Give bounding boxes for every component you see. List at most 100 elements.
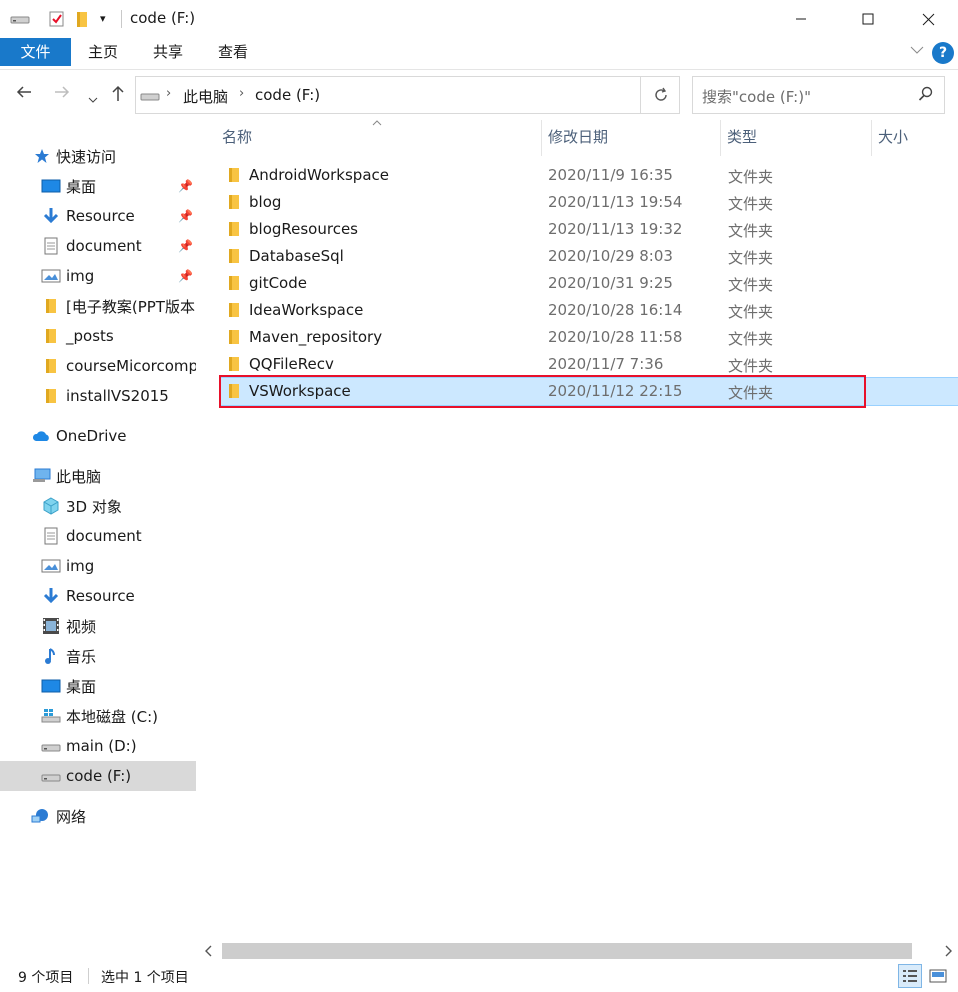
pin-icon[interactable]: 📌 — [178, 179, 193, 193]
nav-label: main (D:) — [66, 737, 137, 755]
nav-label: 桌面 — [66, 677, 97, 696]
file-row[interactable]: blogResources 2020/11/13 19:32 文件夹 — [220, 216, 958, 243]
nav-label: installVS2015 — [66, 387, 169, 405]
pin-icon[interactable]: 📌 — [178, 269, 193, 283]
pin-icon[interactable]: 📌 — [178, 209, 193, 223]
close-button[interactable] — [905, 0, 951, 38]
file-row[interactable]: QQFileRecv 2020/11/7 7:36 文件夹 — [220, 351, 958, 378]
column-header-size[interactable]: 大小 — [878, 126, 908, 156]
column-label: 名称 — [222, 128, 253, 146]
nav-item-document[interactable]: document — [0, 521, 196, 551]
customize-toolbar-icon[interactable]: ▾ — [100, 12, 106, 25]
search-icon[interactable] — [918, 86, 934, 106]
file-row[interactable]: IdeaWorkspace 2020/10/28 16:14 文件夹 — [220, 297, 958, 324]
nav-item-img[interactable]: img — [0, 551, 196, 581]
chevron-right-icon[interactable]: › — [239, 86, 244, 101]
nav-item-drive-d[interactable]: main (D:) — [0, 731, 196, 761]
nav-item-desktop[interactable]: 桌面 — [0, 671, 196, 701]
nav-label: document — [66, 527, 142, 545]
nav-quick-access[interactable]: 快速访问 — [0, 141, 196, 171]
file-row[interactable]: gitCode 2020/10/31 9:25 文件夹 — [220, 270, 958, 297]
refresh-button[interactable] — [640, 76, 680, 114]
help-button[interactable]: ? — [932, 42, 954, 64]
forward-button[interactable] — [53, 84, 71, 105]
file-name: blog — [249, 193, 282, 211]
breadcrumb-this-pc[interactable]: 此电脑 — [183, 86, 228, 107]
address-bar[interactable]: › 此电脑 › code (F:) — [135, 76, 761, 114]
nav-item-videos[interactable]: 视频 — [0, 611, 196, 641]
tab-share[interactable]: 共享 — [145, 38, 191, 66]
windows-drive-icon — [41, 706, 61, 726]
folder-icon — [41, 296, 61, 316]
file-name: AndroidWorkspace — [249, 166, 389, 184]
file-type: 文件夹 — [728, 357, 774, 375]
back-button[interactable] — [15, 84, 33, 105]
nav-item-3d-objects[interactable]: 3D 对象 — [0, 491, 196, 521]
nav-label: 快速访问 — [56, 147, 117, 166]
pin-icon[interactable]: 📌 — [178, 239, 193, 253]
breadcrumb-current[interactable]: code (F:) — [255, 86, 320, 104]
cloud-icon — [31, 426, 51, 446]
large-icons-view-button[interactable] — [926, 964, 950, 988]
nav-item-recent-folder[interactable]: [电子教案(PPT版本)] — [0, 291, 196, 321]
file-type: 文件夹 — [728, 222, 774, 240]
file-name: Maven_repository — [249, 328, 383, 346]
file-row-selected[interactable]: VSWorkspace 2020/11/12 22:15 文件夹 — [220, 377, 958, 406]
drive-icon — [41, 766, 61, 786]
nav-item-document[interactable]: document 📌 — [0, 231, 196, 261]
nav-item-recent-folder[interactable]: installVS2015 — [0, 381, 196, 411]
file-row[interactable]: AndroidWorkspace 2020/11/9 16:35 文件夹 — [220, 162, 958, 189]
column-header-name[interactable]: 名称 — [222, 120, 382, 156]
column-header-type[interactable]: 类型 — [727, 126, 757, 156]
star-icon — [32, 146, 52, 166]
file-date: 2020/10/31 9:25 — [548, 274, 673, 292]
minimize-button[interactable] — [778, 0, 824, 38]
nav-this-pc[interactable]: 此电脑 — [0, 461, 196, 491]
tab-view[interactable]: 查看 — [210, 38, 256, 66]
nav-item-desktop[interactable]: 桌面 📌 — [0, 171, 196, 201]
nav-label: 视频 — [66, 617, 97, 636]
file-row[interactable]: DatabaseSql 2020/10/29 8:03 文件夹 — [220, 243, 958, 270]
horizontal-scrollbar[interactable] — [200, 942, 958, 960]
nav-label: 桌面 — [66, 177, 97, 196]
nav-item-img[interactable]: img 📌 — [0, 261, 196, 291]
folder-icon — [229, 276, 239, 290]
folder-icon — [229, 330, 239, 344]
up-button[interactable] — [110, 84, 126, 107]
nav-item-drive-c[interactable]: 本地磁盘 (C:) — [0, 701, 196, 731]
tab-home[interactable]: 主页 — [80, 38, 126, 66]
expand-ribbon-icon[interactable] — [910, 44, 924, 59]
column-divider[interactable] — [871, 120, 872, 156]
search-box[interactable]: 搜索"code (F:)" — [692, 76, 945, 114]
nav-item-drive-f[interactable]: code (F:) — [0, 761, 196, 791]
chevron-right-icon[interactable]: › — [166, 86, 171, 101]
file-name: gitCode — [249, 274, 307, 292]
tab-file[interactable]: 文件 — [0, 38, 71, 66]
recent-locations-icon[interactable] — [88, 88, 98, 109]
new-folder-icon[interactable] — [76, 10, 90, 32]
nav-item-recent-folder[interactable]: courseMicorcomp — [0, 351, 196, 381]
file-name: blogResources — [249, 220, 358, 238]
column-divider[interactable] — [720, 120, 721, 156]
maximize-button[interactable] — [845, 0, 891, 38]
nav-item-recent-folder[interactable]: _posts — [0, 321, 196, 351]
column-divider[interactable] — [541, 120, 542, 156]
nav-label: code (F:) — [66, 767, 132, 785]
nav-item-music[interactable]: 音乐 — [0, 641, 196, 671]
nav-item-resource[interactable]: Resource 📌 — [0, 201, 196, 231]
folder-icon — [41, 356, 61, 376]
drive-icon — [10, 10, 30, 30]
column-header-date[interactable]: 修改日期 — [548, 126, 608, 156]
file-row[interactable]: Maven_repository 2020/10/28 11:58 文件夹 — [220, 324, 958, 351]
nav-label: Resource — [66, 207, 135, 225]
file-date: 2020/10/28 11:58 — [548, 328, 683, 346]
nav-item-resource[interactable]: Resource — [0, 581, 196, 611]
scrollbar-thumb[interactable] — [222, 943, 912, 959]
nav-onedrive[interactable]: OneDrive — [0, 421, 196, 451]
file-row[interactable]: blog 2020/11/13 19:54 文件夹 — [220, 189, 958, 216]
status-bar: 9 个项目 选中 1 个项目 — [0, 960, 958, 992]
search-input[interactable]: 搜索"code (F:)" — [702, 86, 811, 107]
nav-network[interactable]: 网络 — [0, 801, 196, 831]
details-view-button[interactable] — [898, 964, 922, 988]
properties-icon[interactable] — [48, 10, 66, 32]
